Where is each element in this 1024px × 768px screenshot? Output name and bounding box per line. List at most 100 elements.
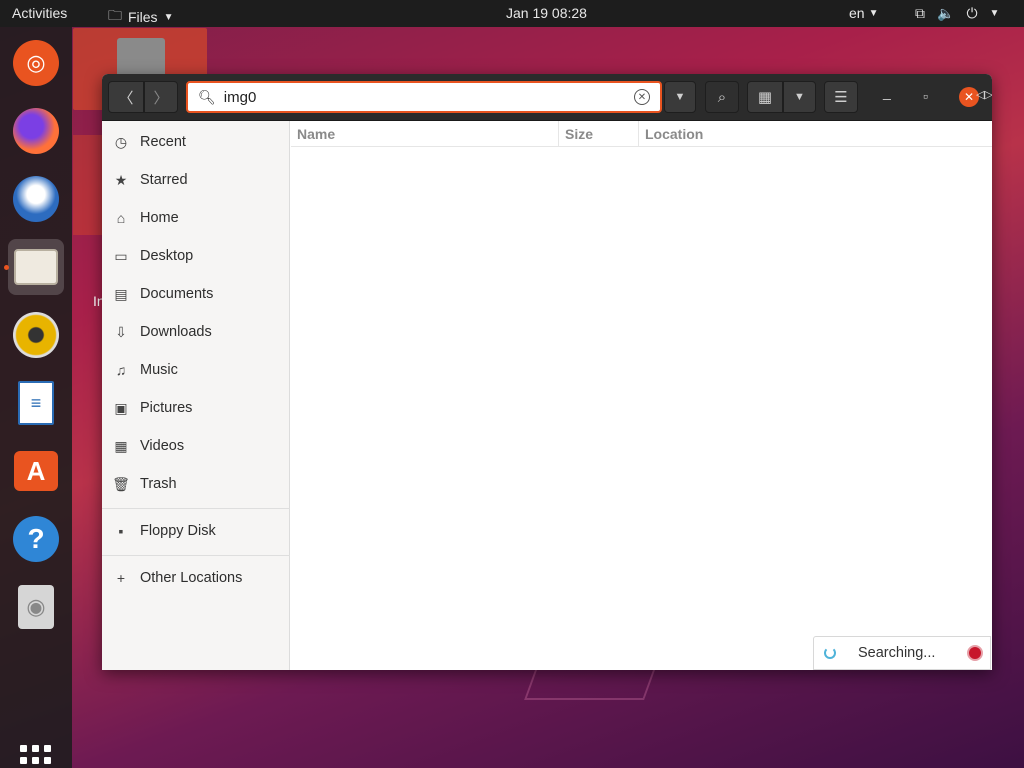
close-icon: ✕ [963,90,975,104]
system-tray[interactable]: ⧉ 🔈 ⏻ ▼ [915,5,999,22]
sidebar-item-label: Downloads [140,324,212,340]
star-icon: ★ [114,171,128,188]
column-header-size[interactable]: Size [559,121,639,146]
sidebar-item-music[interactable]: ♫ Music [102,352,290,388]
dock-writer[interactable]: ≡ [8,375,64,431]
sidebar-item-label: Videos [140,438,185,454]
forward-button[interactable]: 〉 [144,81,178,113]
disc-icon: ◉ [18,585,54,629]
app-menu[interactable]: 🗀 Files ▼ [108,5,173,29]
sidebar-item-pictures[interactable]: ▣ Pictures [102,390,290,426]
main-menu-button[interactable]: ☰ [824,81,858,113]
language-indicator[interactable]: en ▼ [849,5,878,21]
dock-files[interactable] [8,239,64,295]
chevron-right-icon: 〉 [153,89,169,107]
column-header-name[interactable]: Name [291,121,559,146]
files-icon [14,249,58,285]
power-icon: ⏻ [966,5,978,21]
stop-search-icon[interactable] [967,645,983,661]
volume-icon: 🔈 [937,5,955,21]
files-window: 〈 〉 🔍︎ ✕ ▼ ⌕ ▦ ▼ ☰ _ ▫ ✕ ◁▷ ◷ Recent ★ S… [102,74,992,670]
caret-down-icon: ▼ [163,11,174,23]
language-label: en [849,5,865,21]
clock-icon: ◷ [114,133,128,150]
sidebar-item-documents[interactable]: ▤ Documents [102,276,290,312]
sidebar-item-label: Other Locations [140,570,243,586]
video-icon: ▦ [114,437,128,454]
minimize-button[interactable]: _ [883,84,891,100]
dock-firefox[interactable] [8,103,64,159]
caret-down-icon: ▼ [868,7,879,19]
ubuntu-icon: ◎ [13,40,59,86]
sidebar-separator [102,555,290,556]
search-filter-button[interactable]: ▼ [664,81,696,113]
back-button[interactable]: 〈 [108,81,144,113]
rhythmbox-icon [13,312,59,358]
sidebar-item-label: Trash [140,476,177,492]
sidebar-item-label: Pictures [140,400,193,416]
sidebar-item-label: Home [140,210,179,226]
sidebar-item-label: Documents [140,286,214,302]
desktop-icon: ▭ [114,247,128,264]
sidebar-item-downloads[interactable]: ⇩ Downloads [102,314,290,350]
desktop-item-fragment[interactable] [73,135,103,235]
trash-icon: 🗑︎ [112,475,130,492]
sidebar-item-videos[interactable]: ▦ Videos [102,428,290,464]
music-icon: ♫ [115,362,127,378]
search-toggle-button[interactable]: ⌕ [705,81,739,113]
hamburger-icon: ☰ [834,89,848,106]
sidebar-item-trash[interactable]: 🗑︎ Trash [102,466,290,502]
picture-icon: ▣ [114,399,128,416]
sidebar-item-home[interactable]: ⌂ Home [102,200,290,236]
file-list[interactable]: Name Size Location [291,121,992,670]
sidebar-item-recent[interactable]: ◷ Recent [102,124,290,160]
search-input[interactable] [223,88,634,106]
grid-view-button[interactable]: ▦ [747,81,783,113]
software-icon: A [14,451,58,491]
plus-icon: + [116,570,126,586]
caret-down-icon: ▼ [674,91,686,103]
dock-help[interactable]: ? [8,511,64,567]
network-icon: ⧉ [915,5,925,21]
search-icon: 🔍︎ [198,88,216,105]
document-icon: ▤ [114,285,128,302]
show-applications-button[interactable] [20,745,52,768]
sidebar-item-label: Starred [140,172,188,188]
help-icon: ? [13,516,59,562]
chevron-left-icon: 〈 [118,89,134,107]
dock-ubuntu[interactable]: ◎ [8,35,64,91]
dock-software[interactable]: A [8,443,64,499]
search-icon: ⌕ [717,88,727,106]
caret-down-icon: ▼ [794,91,805,103]
sidebar-item-desktop[interactable]: ▭ Desktop [102,238,290,274]
running-indicator [4,265,9,270]
sidebar-item-other-locations[interactable]: + Other Locations [102,560,290,596]
dock-thunderbird[interactable] [8,171,64,227]
view-options-button[interactable]: ▼ [783,81,816,113]
download-icon: ⇩ [115,323,127,340]
sidebar-item-label: Desktop [140,248,194,264]
activities-button[interactable]: Activities [12,5,67,21]
thunderbird-icon [13,176,59,222]
header-bar: 〈 〉 🔍︎ ✕ ▼ ⌕ ▦ ▼ ☰ _ ▫ ✕ ◁▷ [102,74,992,121]
column-header-location[interactable]: Location [639,121,992,146]
app-menu-label: Files [128,9,158,25]
sidebar-item-floppy[interactable]: ▪ Floppy Disk [102,513,290,549]
dock: ◎ ≡ A ? ◉ [0,27,72,768]
clear-search-icon[interactable]: ✕ [634,89,650,105]
firefox-icon [13,108,59,154]
dock-rhythmbox[interactable] [8,307,64,363]
dock-disc[interactable]: ◉ [8,579,64,635]
folder-icon: 🗀 [108,7,122,23]
libreoffice-writer-icon: ≡ [18,381,54,425]
home-folder-icon [117,38,165,78]
sidebar-item-starred[interactable]: ★ Starred [102,162,290,198]
search-field[interactable]: 🔍︎ ✕ [186,81,662,113]
places-sidebar: ◷ Recent ★ Starred ⌂ Home ▭ Desktop ▤ Do… [102,121,290,670]
clock[interactable]: Jan 19 08:28 [506,5,587,21]
sidebar-separator [102,508,290,509]
spinner-icon [824,647,836,659]
sidebar-item-label: Recent [140,134,186,150]
maximize-button[interactable]: ▫ [923,88,928,104]
search-status-text: Searching... [858,645,936,661]
